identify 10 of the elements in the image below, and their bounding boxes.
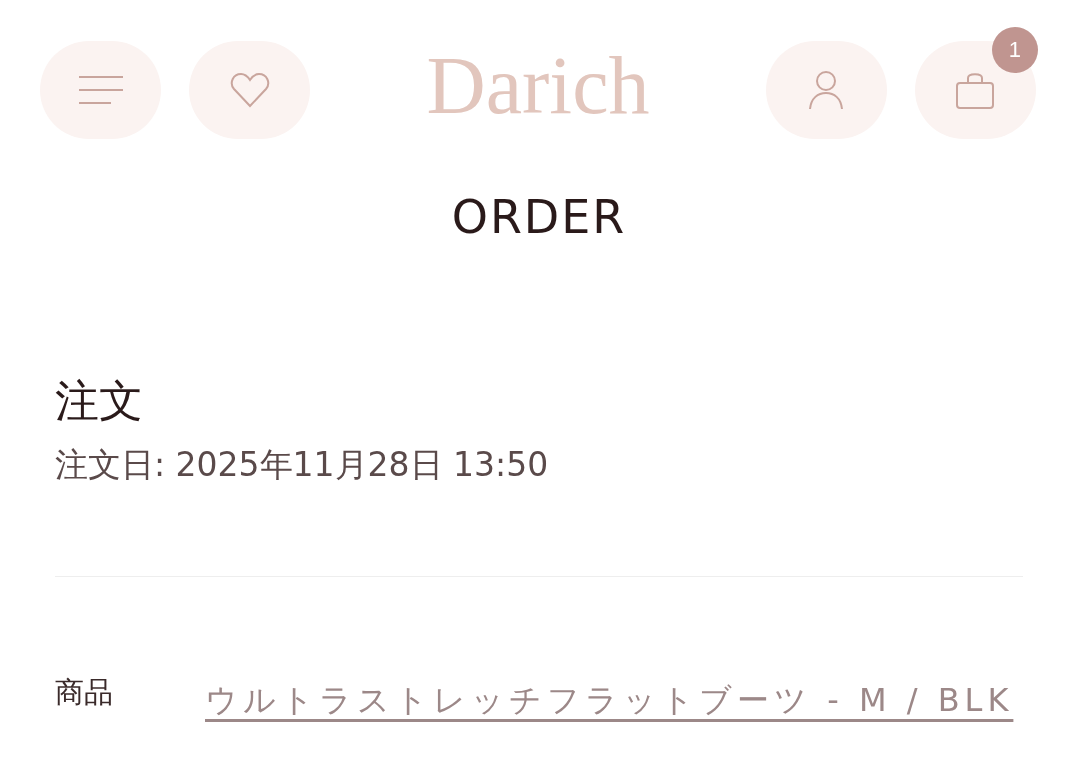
page-title: ORDER [450,190,628,244]
menu-icon [77,75,124,105]
heart-icon [229,72,270,108]
order-heading: 注文 [55,374,144,428]
user-icon [808,70,845,110]
product-link[interactable]: ウルトラストレッチフラットブーツ - M / BLK [205,679,1014,723]
field-label: 商品 [55,674,114,711]
cart-count-badge: 1 [992,27,1038,73]
bag-icon [955,70,996,110]
order-date: 注文日: 2025年11月28日 13:50 [55,444,550,486]
